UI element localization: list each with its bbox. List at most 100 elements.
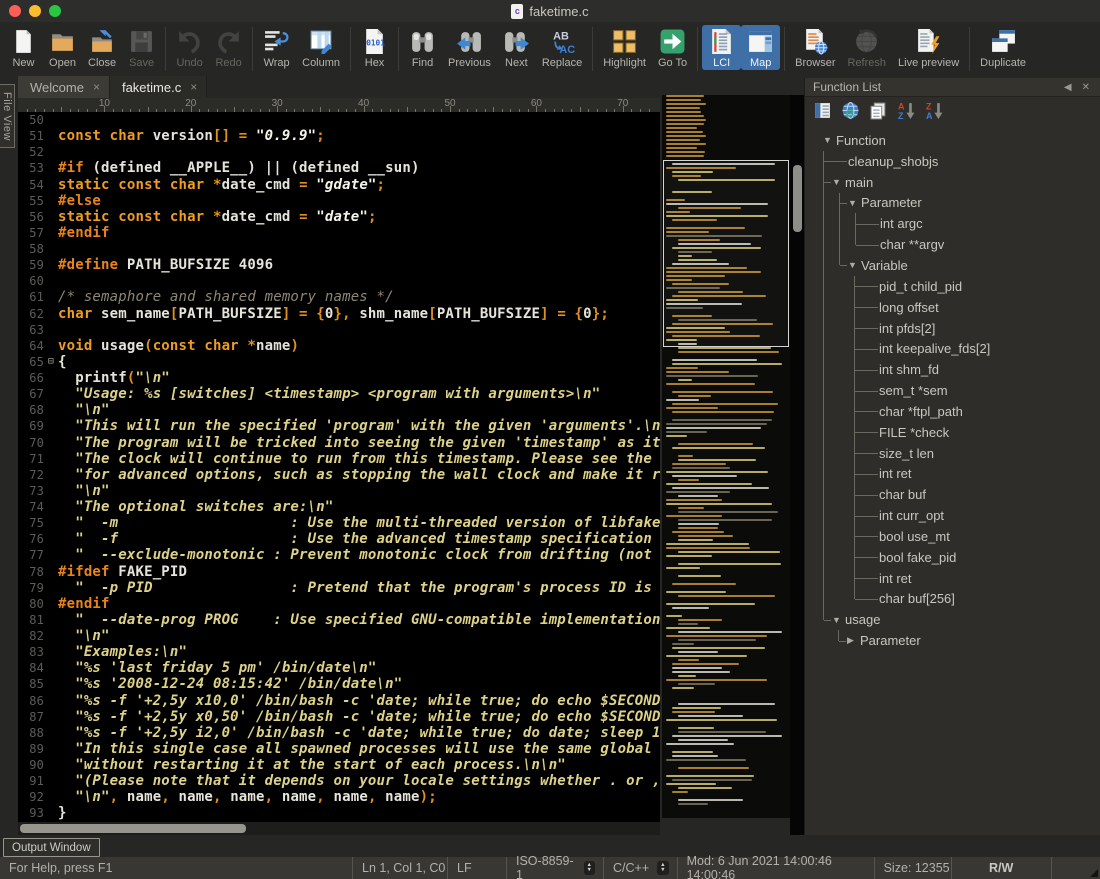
code-line-65[interactable]: 65⊟{: [18, 354, 660, 370]
tool-browser-button[interactable]: Browser: [789, 25, 841, 70]
code-line-76[interactable]: 76 " -f : Use the advanced timestamp spe…: [18, 531, 660, 547]
tab-faketime-c[interactable]: faketime.c×: [110, 76, 207, 98]
expand-arrow-icon[interactable]: ▶: [847, 635, 860, 646]
vertical-scrollbar-thumb[interactable]: [793, 165, 802, 232]
tree-item-function[interactable]: ▼Function: [805, 130, 1100, 151]
tree-item-bool-fake-pid[interactable]: bool fake_pid: [805, 547, 1100, 568]
tab-close-icon[interactable]: ×: [190, 80, 197, 94]
code-line-71[interactable]: 71 "The clock will continue to run from …: [18, 451, 660, 467]
tool-go-to-button[interactable]: Go To: [652, 25, 693, 70]
code-line-52[interactable]: 52: [18, 144, 660, 160]
code-line-78[interactable]: 78#ifdef FAKE_PID: [18, 564, 660, 580]
code-line-85[interactable]: 85 "%s '2008-12-24 08:15:42' /bin/date\n…: [18, 676, 660, 692]
code-line-81[interactable]: 81 " --date-prog PROG : Use specified GN…: [18, 612, 660, 628]
code-line-54[interactable]: 54static const char *date_cmd = "gdate";: [18, 177, 660, 193]
tree-item-usage[interactable]: ▼usage: [805, 609, 1100, 630]
copy-icon[interactable]: [869, 101, 888, 120]
file-view-tab[interactable]: File View: [0, 84, 15, 148]
tree-item-bool-use-mt[interactable]: bool use_mt: [805, 526, 1100, 547]
code-line-84[interactable]: 84 "%s 'last friday 5 pm' /bin/date\n": [18, 660, 660, 676]
code-line-59[interactable]: 59#define PATH_BUFSIZE 4096: [18, 257, 660, 273]
tree-item-char-buf[interactable]: char buf: [805, 484, 1100, 505]
code-line-74[interactable]: 74 "The optional switches are:\n": [18, 499, 660, 515]
code-line-83[interactable]: 83 "Examples:\n": [18, 644, 660, 660]
tree-item-variable[interactable]: ▼Variable: [805, 255, 1100, 276]
stepper-control[interactable]: ▲▼: [657, 861, 668, 875]
code-line-66[interactable]: 66 printf("\n": [18, 370, 660, 386]
close-panel-icon[interactable]: ✕: [1077, 82, 1095, 93]
minimap-viewport[interactable]: [663, 160, 789, 347]
code-line-93[interactable]: 93}: [18, 805, 660, 821]
code-line-73[interactable]: 73 "\n": [18, 483, 660, 499]
minimize-button[interactable]: [29, 5, 41, 17]
zoom-button[interactable]: [49, 5, 61, 17]
tree-item-long-offset[interactable]: long offset: [805, 297, 1100, 318]
code-line-75[interactable]: 75 " -m : Use the multi-threaded version…: [18, 515, 660, 531]
collapse-arrow-icon[interactable]: ▼: [848, 198, 861, 208]
tree-item-parameter[interactable]: ▼Parameter: [805, 193, 1100, 214]
tree-item-int-ret[interactable]: int ret: [805, 568, 1100, 589]
code-line-67[interactable]: 67 "Usage: %s [switches] <timestamp> <pr…: [18, 386, 660, 402]
code-line-63[interactable]: 63: [18, 322, 660, 338]
globe-g-icon[interactable]: G: [841, 101, 860, 120]
code-line-55[interactable]: 55#else: [18, 193, 660, 209]
code-line-62[interactable]: 62char sem_name[PATH_BUFSIZE] = {0}, shm…: [18, 306, 660, 322]
horizontal-scrollbar[interactable]: [18, 822, 660, 835]
tool-hex-button[interactable]: 0101Hex: [355, 25, 394, 70]
tab-welcome[interactable]: Welcome×: [18, 76, 110, 98]
code-editor[interactable]: 5051const char version[] = "0.9.9";5253#…: [18, 112, 660, 822]
tree-item-size-t-len[interactable]: size_t len: [805, 443, 1100, 464]
tree-item-sem-t-sem[interactable]: sem_t *sem: [805, 380, 1100, 401]
tool-next-button[interactable]: Next: [497, 25, 536, 70]
code-line-68[interactable]: 68 "\n": [18, 402, 660, 418]
code-line-70[interactable]: 70 "The program will be tricked into see…: [18, 435, 660, 451]
code-line-89[interactable]: 89 "In this single case all spawned proc…: [18, 741, 660, 757]
tool-close-button[interactable]: Close: [82, 25, 122, 70]
stepper-control[interactable]: ▲▼: [584, 861, 595, 875]
code-line-69[interactable]: 69 "This will run the specified 'program…: [18, 418, 660, 434]
collapse-arrow-icon[interactable]: ▼: [832, 177, 845, 187]
tool-new-button[interactable]: New: [4, 25, 43, 70]
tree-item-pid-t-child-pid[interactable]: pid_t child_pid: [805, 276, 1100, 297]
tool-previous-button[interactable]: Previous: [442, 25, 497, 70]
tool-highlight-button[interactable]: Highlight: [597, 25, 652, 70]
sort-za-icon[interactable]: ZA: [925, 101, 944, 120]
tree-item-int-shm-fd[interactable]: int shm_fd: [805, 359, 1100, 380]
tree-item-int-keepalive-fds-2[interactable]: int keepalive_fds[2]: [805, 338, 1100, 359]
code-line-79[interactable]: 79 " -p PID : Pretend that the program's…: [18, 580, 660, 596]
tree-item-char-buf-256[interactable]: char buf[256]: [805, 589, 1100, 610]
vertical-scrollbar[interactable]: [790, 95, 804, 835]
code-line-87[interactable]: 87 "%s -f '+2,5y x0,50' /bin/bash -c 'da…: [18, 709, 660, 725]
horizontal-scrollbar-thumb[interactable]: [20, 824, 246, 833]
tree-item-char-argv[interactable]: char **argv: [805, 234, 1100, 255]
tree-item-char-ftpl-path[interactable]: char *ftpl_path: [805, 401, 1100, 422]
tree-item-int-argc[interactable]: int argc: [805, 213, 1100, 234]
code-line-60[interactable]: 60: [18, 273, 660, 289]
tree-item-int-ret[interactable]: int ret: [805, 464, 1100, 485]
close-button[interactable]: [9, 5, 21, 17]
code-line-56[interactable]: 56static const char *date_cmd = "date";: [18, 209, 660, 225]
code-line-86[interactable]: 86 "%s -f '+2,5y x10,0' /bin/bash -c 'da…: [18, 693, 660, 709]
resize-grip[interactable]: [1090, 869, 1098, 877]
tree-item-file-check[interactable]: FILE *check: [805, 422, 1100, 443]
code-line-82[interactable]: 82 "\n": [18, 628, 660, 644]
code-line-80[interactable]: 80#endif: [18, 596, 660, 612]
code-line-77[interactable]: 77 " --exclude-monotonic : Prevent monot…: [18, 547, 660, 563]
code-line-53[interactable]: 53#if (defined __APPLE__) || (defined __…: [18, 160, 660, 176]
tree-item-main[interactable]: ▼main: [805, 172, 1100, 193]
code-line-50[interactable]: 50: [18, 112, 660, 128]
status-r-w[interactable]: R/W: [951, 857, 1051, 879]
sort-az-icon[interactable]: AZ: [897, 101, 916, 120]
collapse-panel-icon[interactable]: ◀: [1059, 82, 1077, 93]
code-line-61[interactable]: 61/* semaphore and shared memory names *…: [18, 289, 660, 305]
code-line-57[interactable]: 57#endif: [18, 225, 660, 241]
code-line-88[interactable]: 88 "%s -f '+2,5y i2,0' /bin/bash -c 'dat…: [18, 725, 660, 741]
code-line-64[interactable]: 64void usage(const char *name): [18, 338, 660, 354]
minimap[interactable]: [662, 95, 790, 818]
tool-open-button[interactable]: Open: [43, 25, 82, 70]
tool-lci-button[interactable]: LCI: [702, 25, 741, 70]
tool-live-preview-button[interactable]: Live preview: [892, 25, 965, 70]
collapse-arrow-icon[interactable]: ▼: [832, 615, 845, 625]
code-line-51[interactable]: 51const char version[] = "0.9.9";: [18, 128, 660, 144]
output-window-button[interactable]: Output Window: [3, 838, 100, 857]
